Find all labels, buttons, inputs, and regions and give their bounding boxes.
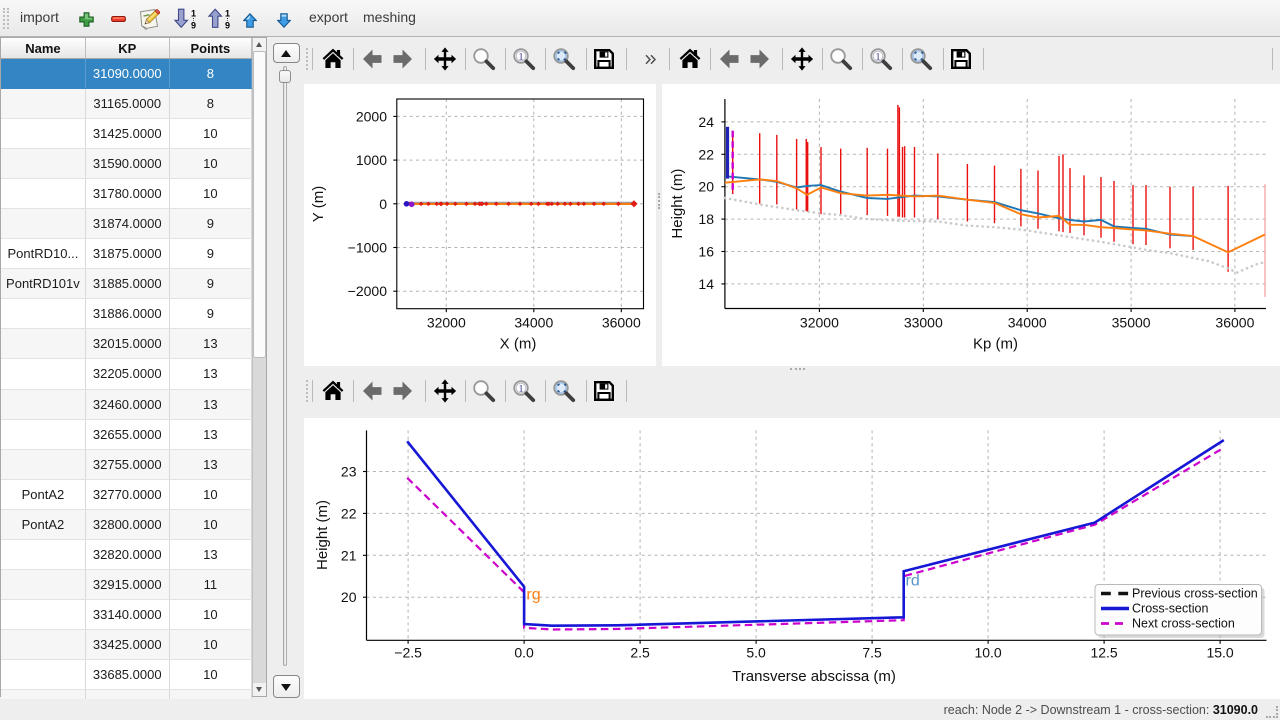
svg-text:24: 24 xyxy=(698,114,714,130)
svg-text:22: 22 xyxy=(341,505,357,521)
svg-text:−2.5: −2.5 xyxy=(394,645,422,661)
svg-text:0: 0 xyxy=(379,196,387,212)
svg-text:32000: 32000 xyxy=(800,315,839,331)
svg-text:Previous cross-section: Previous cross-section xyxy=(1132,587,1258,601)
svg-text:35000: 35000 xyxy=(1112,315,1151,331)
svg-text:rd: rd xyxy=(906,573,920,590)
svg-text:0.0: 0.0 xyxy=(514,645,534,661)
svg-text:22: 22 xyxy=(698,146,714,162)
svg-text:1: 1 xyxy=(191,9,196,19)
svg-text:−2000: −2000 xyxy=(348,283,388,299)
svg-text:9: 9 xyxy=(225,21,230,30)
svg-text:1: 1 xyxy=(518,383,524,395)
svg-text:Cross-section: Cross-section xyxy=(1132,602,1208,616)
svg-text:14: 14 xyxy=(698,276,714,292)
svg-text:Transverse abscissa (m): Transverse abscissa (m) xyxy=(732,668,896,685)
svg-text:16: 16 xyxy=(698,244,714,260)
svg-text:20: 20 xyxy=(341,589,357,605)
svg-text:1: 1 xyxy=(225,9,230,19)
svg-text:32000: 32000 xyxy=(427,315,466,331)
svg-text:20: 20 xyxy=(698,179,714,195)
svg-text:18: 18 xyxy=(698,211,714,227)
svg-text:1: 1 xyxy=(875,51,881,63)
svg-text:1: 1 xyxy=(518,51,524,63)
svg-text:34000: 34000 xyxy=(1008,315,1047,331)
svg-text:Y (m): Y (m) xyxy=(310,186,327,222)
svg-text:33000: 33000 xyxy=(904,315,943,331)
svg-text:9: 9 xyxy=(191,21,196,30)
svg-text:Kp (m): Kp (m) xyxy=(973,336,1018,353)
svg-text:2.5: 2.5 xyxy=(630,645,650,661)
svg-text:21: 21 xyxy=(341,547,357,563)
svg-text:5.0: 5.0 xyxy=(746,645,766,661)
svg-text:Height (m): Height (m) xyxy=(314,500,331,570)
svg-text:10.0: 10.0 xyxy=(974,645,1001,661)
svg-text:1000: 1000 xyxy=(356,152,387,168)
svg-text:Height (m): Height (m) xyxy=(669,169,686,239)
svg-text:−1000: −1000 xyxy=(348,240,388,256)
svg-text:12.5: 12.5 xyxy=(1090,645,1117,661)
svg-text:Next cross-section: Next cross-section xyxy=(1132,617,1235,631)
svg-text:36000: 36000 xyxy=(602,315,641,331)
svg-text:34000: 34000 xyxy=(514,315,553,331)
svg-text:2000: 2000 xyxy=(356,108,387,124)
svg-text:rg: rg xyxy=(526,586,540,603)
svg-text:15.0: 15.0 xyxy=(1206,645,1233,661)
svg-text:7.5: 7.5 xyxy=(862,645,882,661)
svg-text:X (m): X (m) xyxy=(500,336,537,353)
svg-text:23: 23 xyxy=(341,464,357,480)
svg-text:36000: 36000 xyxy=(1215,315,1254,331)
